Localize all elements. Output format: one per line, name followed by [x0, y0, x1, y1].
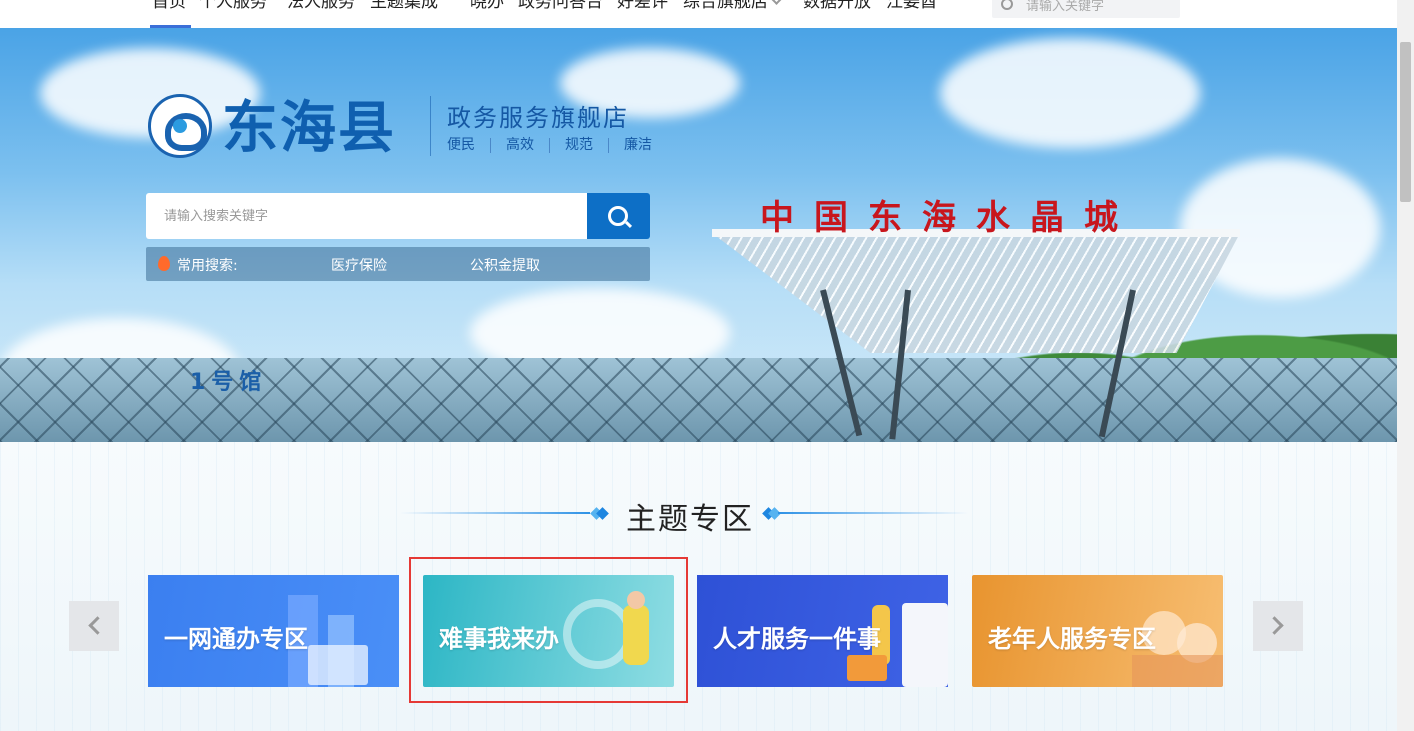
search-icon[interactable]	[1001, 0, 1013, 10]
brand-tag: 规范	[549, 138, 608, 153]
chevron-down-icon[interactable]	[770, 0, 783, 5]
card-title: 老年人服务专区	[988, 624, 1156, 653]
hero-search-box	[146, 193, 587, 239]
stack-graphic	[847, 655, 887, 681]
nav-item-qa[interactable]: 政务问答台	[518, 0, 603, 13]
title-line-left	[400, 512, 590, 514]
brand-tag: 高效	[490, 138, 549, 153]
nav-item-open-data[interactable]: 数据开放	[803, 0, 871, 13]
brand-tag: 廉洁	[608, 138, 667, 153]
hero-search-button[interactable]	[587, 193, 650, 239]
brand-tag: 便民	[447, 137, 475, 153]
laptop-graphic	[308, 645, 368, 685]
top-nav: 首页 个人服务 法人服务 主题集成 晓办 政务问答台 好差评 综合旗舰店 数据开…	[0, 0, 1397, 28]
nav-item-extra[interactable]: 江姜酋	[886, 0, 937, 13]
hero-search-input[interactable]	[146, 193, 587, 239]
nav-search-input[interactable]: 请输入关键字	[992, 0, 1180, 18]
hero-canopy-roof	[712, 233, 1240, 353]
scrollbar-thumb[interactable]	[1400, 42, 1411, 202]
county-logo-icon	[148, 94, 212, 158]
nav-item-flagship[interactable]: 综合旗舰店	[683, 0, 768, 13]
chevron-left-icon	[88, 616, 107, 635]
cloud	[940, 38, 1200, 148]
hall-label: 1号馆	[190, 370, 268, 395]
theme-card-difficult-matters[interactable]: 难事我来办	[423, 575, 674, 687]
person-graphic	[623, 605, 649, 665]
search-icon	[608, 206, 628, 226]
theme-card-one-network[interactable]: 一网通办专区	[148, 575, 399, 687]
bench-graphic	[1132, 655, 1223, 687]
person-head-graphic	[627, 591, 645, 609]
theme-card-elderly-service[interactable]: 老年人服务专区	[972, 575, 1223, 687]
carousel-prev-button[interactable]	[69, 601, 119, 651]
fire-icon	[158, 256, 170, 271]
hot-search-term[interactable]: 医疗保险	[331, 255, 387, 275]
nav-item-home[interactable]: 首页	[152, 0, 186, 13]
card-title: 难事我来办	[439, 624, 559, 653]
nav-item-review[interactable]: 好差评	[617, 0, 668, 13]
nav-item-corporate[interactable]: 法人服务	[287, 0, 355, 13]
theme-card-talent-service[interactable]: 人才服务一件事	[697, 575, 948, 687]
brand-tags: 便民 高效 规范 廉洁	[447, 138, 667, 153]
hero-sign-text: 中国东海水晶城	[760, 198, 1138, 238]
form-document-graphic	[902, 603, 948, 687]
nav-item-personal[interactable]: 个人服务	[199, 0, 267, 13]
brand-divider	[430, 96, 431, 156]
hot-search-label: 常用搜索:	[177, 258, 238, 274]
hot-search-term[interactable]: 公积金提取	[470, 255, 540, 275]
nav-item-xiaoban[interactable]: 晓办	[470, 0, 504, 13]
brand-name: 东海县	[222, 95, 396, 161]
chevron-right-icon	[1265, 616, 1284, 635]
card-title: 一网通办专区	[164, 624, 308, 653]
brand-subtitle: 政务服务旗舰店	[447, 104, 629, 132]
card-title: 人才服务一件事	[713, 624, 881, 653]
carousel-next-button[interactable]	[1253, 601, 1303, 651]
title-line-right	[778, 512, 968, 514]
section-title: 主题专区	[626, 502, 754, 537]
nav-item-theme[interactable]: 主题集成	[370, 0, 438, 13]
page: 首页 个人服务 法人服务 主题集成 晓办 政务问答台 好差评 综合旗舰店 数据开…	[0, 0, 1414, 731]
nav-search-placeholder: 请输入关键字	[1026, 0, 1105, 14]
